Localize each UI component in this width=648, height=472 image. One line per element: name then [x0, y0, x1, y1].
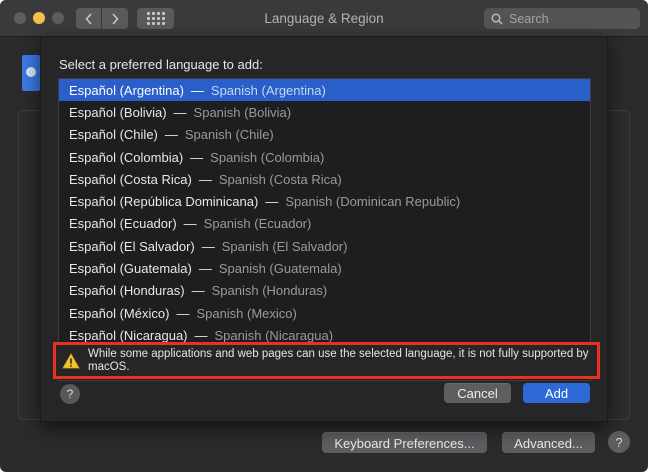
language-native-name: Español (Chile)	[69, 127, 158, 143]
advanced-button[interactable]: Advanced...	[502, 432, 595, 453]
language-native-name: Español (El Salvador)	[69, 238, 195, 254]
language-row[interactable]: Español (Guatemala) — Spanish (Guatemala)	[59, 257, 590, 279]
language-row[interactable]: Español (Honduras) — Spanish (Honduras)	[59, 280, 590, 302]
language-separator: —	[265, 194, 279, 210]
language-native-name: Español (México)	[69, 305, 170, 321]
help-button[interactable]: ?	[608, 431, 630, 453]
search-input[interactable]	[509, 11, 629, 26]
language-english-name: Spanish (Colombia)	[210, 149, 325, 165]
language-flag-icon	[22, 55, 40, 91]
language-english-name: Spanish (Ecuador)	[203, 216, 312, 232]
language-separator: —	[194, 327, 208, 343]
language-native-name: Español (Guatemala)	[69, 261, 192, 277]
magnifier-icon	[491, 12, 503, 25]
language-english-name: Spanish (Chile)	[184, 127, 274, 143]
language-separator: —	[191, 283, 205, 299]
language-separator: —	[183, 216, 197, 232]
warning-triangle-icon	[62, 352, 80, 368]
unsupported-language-warning: While some applications and web pages ca…	[53, 342, 600, 379]
language-english-name: Spanish (Argentina)	[210, 82, 326, 98]
language-english-name: Spanish (Dominican Republic)	[285, 194, 461, 210]
system-preferences-window: Language & Region Keyboard Preferences..…	[0, 0, 648, 472]
language-list[interactable]: Español (Argentina) — Spanish (Argentina) E…	[58, 78, 591, 381]
language-separator: —	[198, 171, 212, 187]
cancel-button[interactable]: Cancel	[444, 383, 511, 403]
language-separator: —	[164, 127, 178, 143]
language-row[interactable]: Español (Colombia) — Spanish (Colombia)	[59, 146, 590, 168]
language-native-name: Español (Honduras)	[69, 283, 185, 299]
language-native-name: Español (Costa Rica)	[69, 171, 192, 187]
sheet-prompt: Select a preferred language to add:	[59, 57, 263, 72]
language-english-name: Spanish (Bolivia)	[193, 104, 292, 120]
language-native-name: Español (Colombia)	[69, 149, 184, 165]
language-native-name: Español (Ecuador)	[69, 216, 177, 232]
language-row[interactable]: Español (Chile) — Spanish (Chile)	[59, 124, 590, 146]
language-english-name: Spanish (Costa Rica)	[218, 171, 342, 187]
language-row[interactable]: Español (República Dominicana) — Spanish (…	[59, 190, 590, 212]
language-row[interactable]: Español (El Salvador) — Spanish (El Salvad…	[59, 235, 590, 257]
language-row[interactable]: Español (Costa Rica) — Spanish (Costa Rica…	[59, 168, 590, 190]
language-separator: —	[190, 149, 204, 165]
language-row[interactable]: Español (Argentina) — Spanish (Argentina)	[59, 79, 590, 102]
warning-text: While some applications and web pages ca…	[88, 347, 589, 373]
language-row[interactable]: Español (Bolivia) — Spanish (Bolivia)	[59, 101, 590, 123]
keyboard-preferences-button[interactable]: Keyboard Preferences...	[322, 432, 487, 453]
language-english-name: Spanish (El Salvador)	[221, 238, 348, 254]
add-language-sheet: Select a preferred language to add: Espa…	[40, 37, 608, 422]
language-row[interactable]: Español (México) — Spanish (Mexico)	[59, 302, 590, 324]
language-separator: —	[173, 104, 187, 120]
language-english-name: Spanish (Mexico)	[196, 305, 297, 321]
language-separator: —	[190, 82, 204, 98]
sheet-help-button[interactable]: ?	[60, 384, 80, 404]
language-native-name: Español (Bolivia)	[69, 104, 167, 120]
language-english-name: Spanish (Guatemala)	[218, 261, 342, 277]
language-row[interactable]: Español (Ecuador) — Spanish (Ecuador)	[59, 213, 590, 235]
language-native-name: Español (República Dominicana)	[69, 194, 259, 210]
language-english-name: Spanish (Nicaragua)	[214, 327, 334, 343]
add-button[interactable]: Add	[523, 383, 590, 403]
language-separator: —	[198, 261, 212, 277]
search-field[interactable]	[484, 8, 640, 29]
language-separator: —	[201, 238, 215, 254]
language-native-name: Español (Argentina)	[69, 82, 184, 98]
language-separator: —	[176, 305, 190, 321]
title-bar: Language & Region	[0, 0, 648, 37]
language-native-name: Español (Nicaragua)	[69, 327, 188, 343]
language-english-name: Spanish (Honduras)	[211, 283, 328, 299]
